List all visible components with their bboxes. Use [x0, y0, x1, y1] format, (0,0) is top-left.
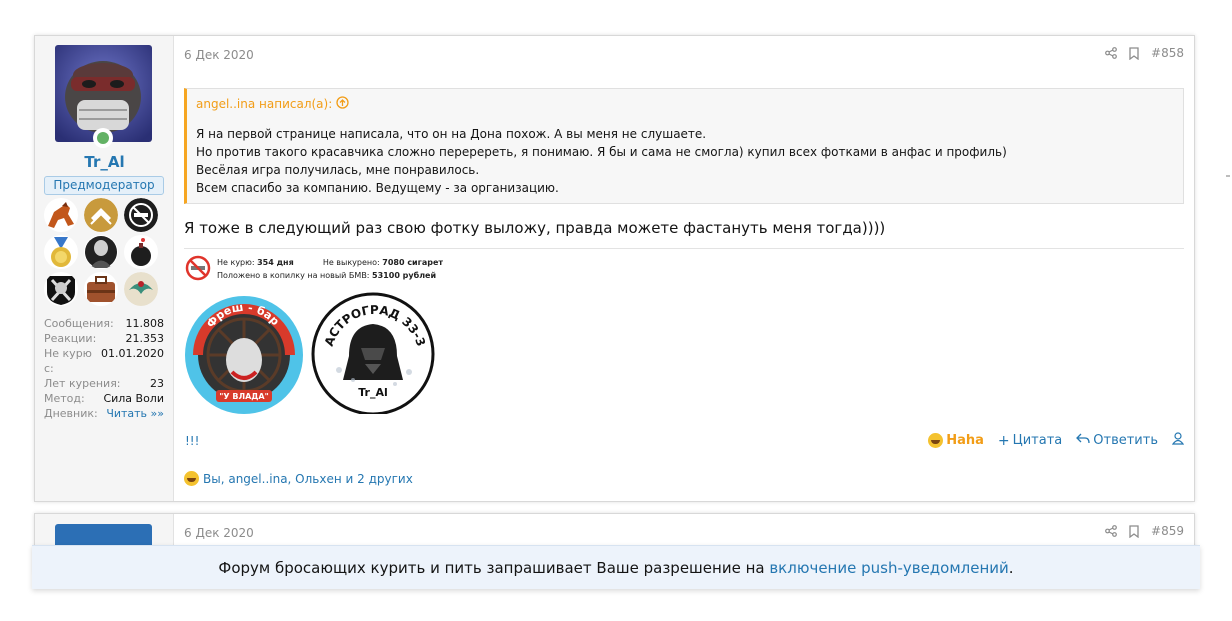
no-smoking-trophy-icon[interactable] [124, 198, 158, 232]
reply-button[interactable]: Ответить [1076, 433, 1158, 448]
user-icon [1171, 432, 1185, 449]
quote-author[interactable]: angel..ina написал(а): [196, 97, 332, 111]
stat-value: 23 [150, 377, 164, 390]
bookmark-icon[interactable] [1129, 46, 1139, 60]
reactions-summary[interactable]: Вы, angel..ina, Ольхен и 2 других [184, 471, 413, 486]
diary-link[interactable]: Читать »» [106, 406, 164, 421]
post-number[interactable]: #859 [1151, 524, 1184, 538]
stat-label: Лет курения: [44, 377, 121, 390]
haha-reaction-button[interactable]: Haha [928, 433, 984, 448]
signature-divider [184, 248, 1184, 249]
bomb-trophy-icon[interactable] [124, 235, 158, 269]
enable-push-link[interactable]: включение push-уведомлений [769, 559, 1008, 577]
message-cell: 6 Дек 2020 #858 angel..ina написал(а): Я… [175, 36, 1194, 501]
role-badge: Предмодератор [44, 176, 164, 195]
stat-value: 11.808 [125, 317, 165, 330]
post-date[interactable]: 6 Дек 2020 [184, 526, 254, 540]
user-cell: Tr_Al Предмодератор Сообщения: 11.808 Ре… [35, 36, 174, 501]
fresh-bar-banner[interactable]: Фреш - бар "У ВЛАДА" [184, 294, 305, 416]
eagle-trophy-icon[interactable] [124, 272, 158, 306]
stat-label: Реакции: [44, 332, 97, 345]
quit-value: 53100 рублей [372, 271, 437, 280]
quit-label: Положено в копилку на новый БМВ: [217, 271, 370, 280]
quote-body: Я на первой странице написала, что он на… [187, 119, 1183, 203]
quit-line-2: Положено в копилку на новый БМВ: 53100 р… [217, 271, 436, 280]
stat-row: Сообщения: 11.808 [44, 316, 164, 331]
quote-header: angel..ina написал(а): [187, 89, 1183, 119]
no-smoking-icon [185, 255, 211, 281]
astrograd-banner[interactable]: АСТРОГРАД 33-3 Tr_Al [309, 288, 438, 416]
laughing-emoji-icon [184, 471, 199, 486]
godfather-trophy-icon[interactable] [84, 235, 118, 269]
scroll-marker [1226, 175, 1230, 177]
stat-label: Не курю с: [44, 347, 92, 375]
quote-label: Цитата [1012, 433, 1063, 448]
push-text: Форум бросающих курить и пить запрашивае… [218, 559, 770, 577]
quote-line: Всем спасибо за компанию. Ведущему - за … [196, 181, 559, 195]
reactions-users[interactable]: Вы, angel..ina, Ольхен и 2 других [203, 472, 413, 486]
push-end: . [1008, 559, 1014, 577]
quote-line: Весёлая игра получилась, мне понравилось… [196, 163, 480, 177]
stat-label: Сообщения: [44, 317, 114, 330]
quote-block: angel..ina написал(а): Я на первой стран… [184, 88, 1184, 204]
share-icon[interactable] [1105, 525, 1117, 537]
stat-label: Метод: [44, 392, 85, 405]
trophy-grid [44, 198, 164, 306]
raiders-trophy-icon[interactable] [44, 272, 78, 306]
medal-trophy-icon[interactable] [44, 235, 78, 269]
suitcase-trophy-icon[interactable] [84, 272, 118, 306]
stat-row: Лет курения: 23 [44, 376, 164, 391]
stat-row: Метод: Сила Воли [44, 391, 164, 406]
horse-trophy-icon[interactable] [44, 198, 78, 232]
quote-line: Но против такого красавчика сложно перер… [196, 145, 1007, 159]
stat-row: Дневник: Читать »» [44, 406, 164, 421]
bookmark-icon[interactable] [1129, 524, 1139, 538]
quit-line-1: Не курю: 354 дня Не выкурено: 7080 сигар… [217, 258, 443, 267]
chevron-trophy-icon[interactable] [84, 198, 118, 232]
post-actions: #858 [1105, 46, 1184, 60]
signature-text: !!! [185, 434, 200, 448]
share-icon[interactable] [1105, 47, 1117, 59]
user-stats: Сообщения: 11.808 Реакции: 21.353 Не курю … [44, 316, 164, 421]
stat-value: 21.353 [125, 332, 165, 345]
reply-arrow-icon [1076, 433, 1090, 448]
banner-bottom-text: Tr_Al [358, 386, 388, 399]
username[interactable]: Tr_Al [35, 153, 174, 171]
message-text: Я тоже в следующий раз свою фотку выложу… [184, 219, 886, 237]
post-number[interactable]: #858 [1151, 46, 1184, 60]
stat-value: 01.01.2020 [101, 347, 164, 360]
post-actions: #859 [1105, 524, 1184, 538]
reply-label: Ответить [1093, 433, 1158, 448]
arrow-up-circle-icon[interactable] [336, 96, 349, 112]
push-notification-notice: Форум бросающих курить и пить запрашивае… [32, 545, 1200, 589]
stat-row: Не курю с: 01.01.2020 [44, 346, 164, 376]
quote-line: Я на первой странице написала, что он на… [196, 127, 707, 141]
laughing-emoji-icon [928, 433, 944, 448]
plus-icon: + [997, 432, 1010, 449]
banner-bottom-text: "У ВЛАДА" [219, 392, 269, 401]
page: Tr_Al Предмодератор Сообщения: 11.808 Ре… [0, 0, 1232, 621]
post-footer-actions: Haha + Цитата Ответить [928, 432, 1185, 449]
stat-label: Дневник: [44, 407, 98, 420]
stat-value: Сила Воли [103, 392, 164, 405]
stat-row: Реакции: 21.353 [44, 331, 164, 346]
post-date[interactable]: 6 Дек 2020 [184, 48, 254, 62]
quote-button[interactable]: + Цитата [998, 433, 1062, 449]
quit-counter: Не курю: 354 дня Не выкурено: 7080 сигар… [185, 255, 485, 283]
user-menu-button[interactable] [1171, 432, 1185, 449]
reaction-label: Haha [946, 433, 984, 448]
quit-label: Не выкурено: [322, 258, 380, 267]
quit-value: 354 дня [257, 258, 294, 267]
forum-post: Tr_Al Предмодератор Сообщения: 11.808 Ре… [34, 35, 1195, 502]
quit-value: 7080 сигарет [382, 258, 444, 267]
quit-label: Не курю: [217, 258, 255, 267]
online-status-icon [93, 128, 113, 148]
